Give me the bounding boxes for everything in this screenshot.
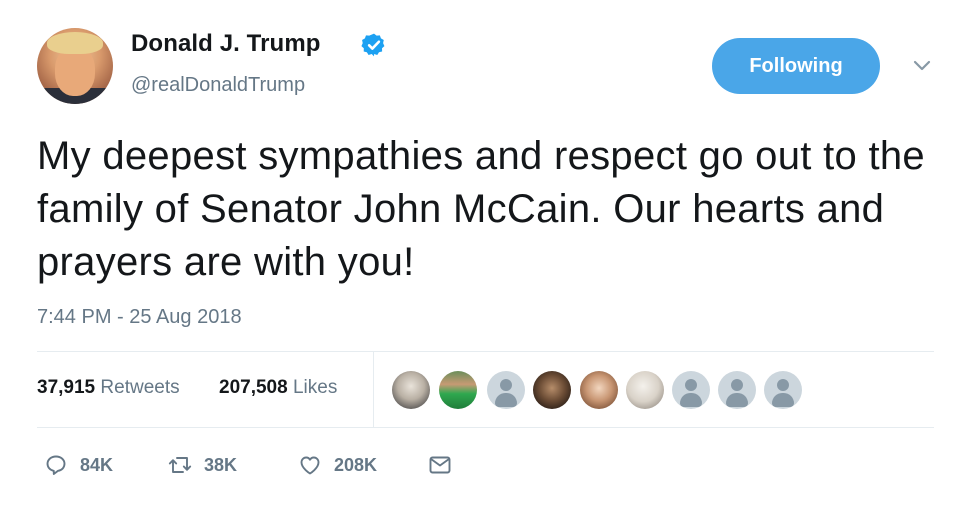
likes-count: 207,508 (219, 377, 288, 398)
tweet-text: My deepest sympathies and respect go out… (37, 134, 925, 284)
retweet-count: 38K (204, 454, 238, 475)
like-count: 208K (334, 454, 378, 475)
retweet-icon (168, 457, 192, 473)
tweet-card: Donald J. Trump @realDonaldTrump Followi… (0, 0, 980, 511)
direct-message-icon (429, 456, 451, 474)
like-action[interactable]: 208K (298, 452, 377, 478)
reply-action[interactable]: 84K (44, 452, 113, 478)
tweet-timestamp[interactable]: 7:44 PM - 25 Aug 2018 (37, 306, 242, 329)
liker-avatar[interactable] (580, 371, 618, 409)
reply-count: 84K (80, 454, 114, 475)
likes-label: Likes (292, 377, 338, 398)
likes-stat[interactable]: 207,508 Likes (219, 377, 337, 399)
direct-message-action[interactable] (428, 452, 452, 478)
divider (37, 427, 934, 428)
liker-avatar-default[interactable] (718, 371, 756, 409)
liker-avatar-default[interactable] (764, 371, 802, 409)
retweets-count: 37,915 (37, 377, 96, 398)
liker-avatar[interactable] (392, 371, 430, 409)
retweets-stat[interactable]: 37,915 Retweets (37, 377, 180, 399)
liker-avatar-default[interactable] (672, 371, 710, 409)
liker-avatar-default[interactable] (487, 371, 525, 409)
following-button[interactable]: Following (712, 38, 880, 94)
liker-avatar[interactable] (626, 371, 664, 409)
liker-avatar[interactable] (439, 371, 477, 409)
divider (37, 351, 934, 352)
like-icon (300, 456, 320, 475)
author-avatar[interactable] (37, 28, 113, 104)
author-display-name[interactable]: Donald J. Trump (131, 30, 321, 58)
chevron-down-icon[interactable] (912, 58, 932, 74)
retweet-action[interactable]: 38K (168, 452, 237, 478)
author-handle[interactable]: @realDonaldTrump (131, 74, 305, 97)
liker-avatar[interactable] (533, 371, 571, 409)
retweets-label: Retweets (100, 377, 180, 398)
reply-icon (46, 455, 66, 475)
verified-badge-icon (361, 33, 385, 57)
stats-divider (373, 351, 374, 427)
